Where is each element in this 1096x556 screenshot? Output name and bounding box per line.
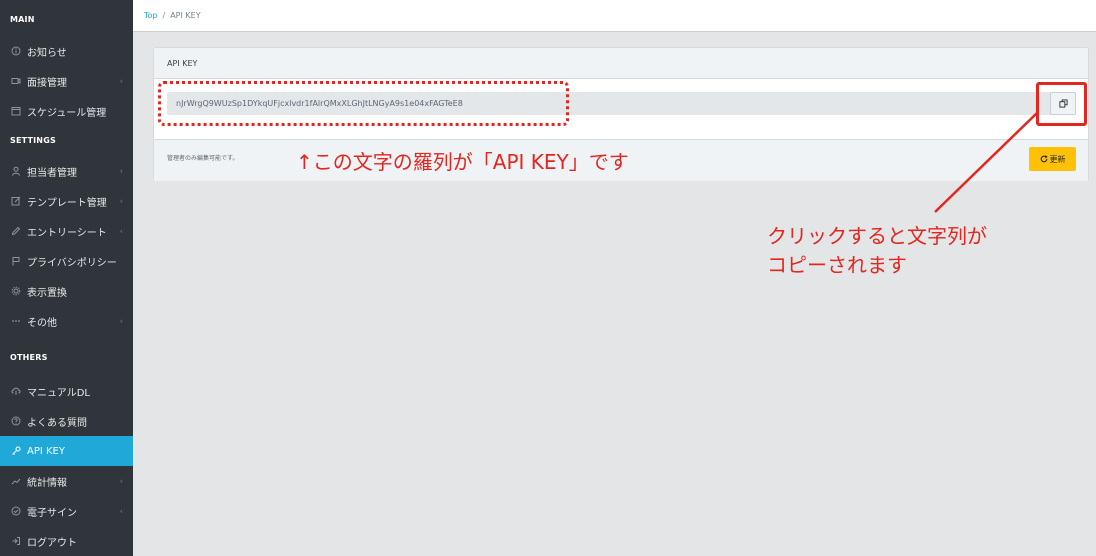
copy-annotation-line1: クリックすると文字列が: [767, 224, 987, 248]
api-key-annotation: ↑この文字の羅列が「API KEY」です: [296, 150, 629, 174]
copy-annotation-line2: コピーされます: [767, 253, 907, 277]
copy-annotation: クリックすると文字列が コピーされます: [767, 222, 987, 280]
